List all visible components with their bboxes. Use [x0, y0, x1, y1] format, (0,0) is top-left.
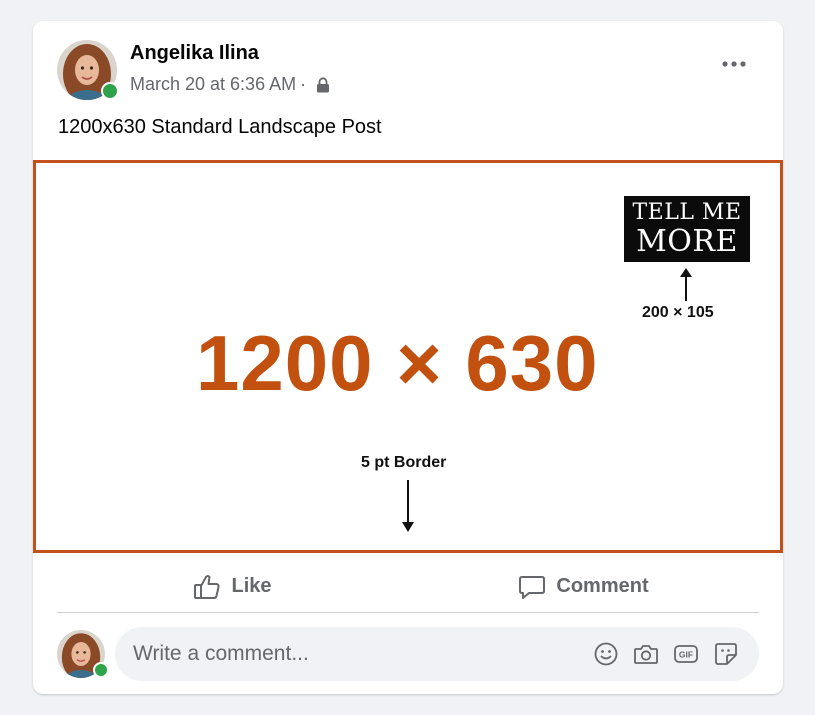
svg-text:GIF: GIF: [679, 650, 693, 660]
author-name[interactable]: Angelika Ilina: [130, 42, 259, 65]
comment-box[interactable]: GIF: [115, 627, 759, 681]
comment-composer: GIF: [57, 627, 759, 681]
like-label: Like: [231, 575, 272, 597]
comment-input[interactable]: [133, 640, 563, 668]
border-label: 5 pt Border: [361, 454, 447, 471]
online-status-dot: [93, 662, 109, 678]
more-options-icon[interactable]: [721, 59, 747, 69]
online-status-dot: [101, 82, 119, 100]
author-avatar[interactable]: [57, 40, 119, 100]
comment-bubble-icon: [519, 575, 546, 599]
tell-me-more-logo: TELL ME MORE: [624, 196, 750, 262]
cta-dimension-label: 200 × 105: [642, 304, 714, 321]
cta-line-2: MORE: [636, 224, 738, 259]
post-header: Angelika Ilina March 20 at 6:36 AM ·: [33, 21, 783, 111]
post-actions: Like Comment: [57, 561, 759, 613]
post-image[interactable]: 1200 × 630 TELL ME MORE 200 × 105 5 pt B…: [33, 160, 783, 553]
like-button[interactable]: Like: [57, 561, 408, 612]
sticker-icon[interactable]: [713, 641, 739, 667]
thumbs-up-icon: [194, 574, 221, 599]
arrow-up-icon: [680, 268, 692, 301]
image-dimension-label: 1200 × 630: [196, 319, 599, 407]
gif-icon[interactable]: GIF: [673, 641, 699, 667]
lock-icon[interactable]: [316, 76, 330, 93]
comment-label: Comment: [556, 575, 649, 597]
meta-separator: ·: [300, 74, 307, 94]
post-timestamp[interactable]: March 20 at 6:36 AM: [130, 74, 296, 95]
post-meta: March 20 at 6:36 AM ·: [130, 74, 330, 95]
post-card: Angelika Ilina March 20 at 6:36 AM · 120…: [33, 21, 783, 694]
post-text: 1200x630 Standard Landscape Post: [58, 116, 382, 138]
user-avatar[interactable]: [57, 630, 109, 678]
camera-icon[interactable]: [633, 641, 659, 667]
comment-button[interactable]: Comment: [408, 561, 759, 612]
arrow-down-icon: [402, 480, 414, 532]
emoji-icon[interactable]: [593, 641, 619, 667]
cta-line-1: TELL ME: [632, 200, 742, 225]
